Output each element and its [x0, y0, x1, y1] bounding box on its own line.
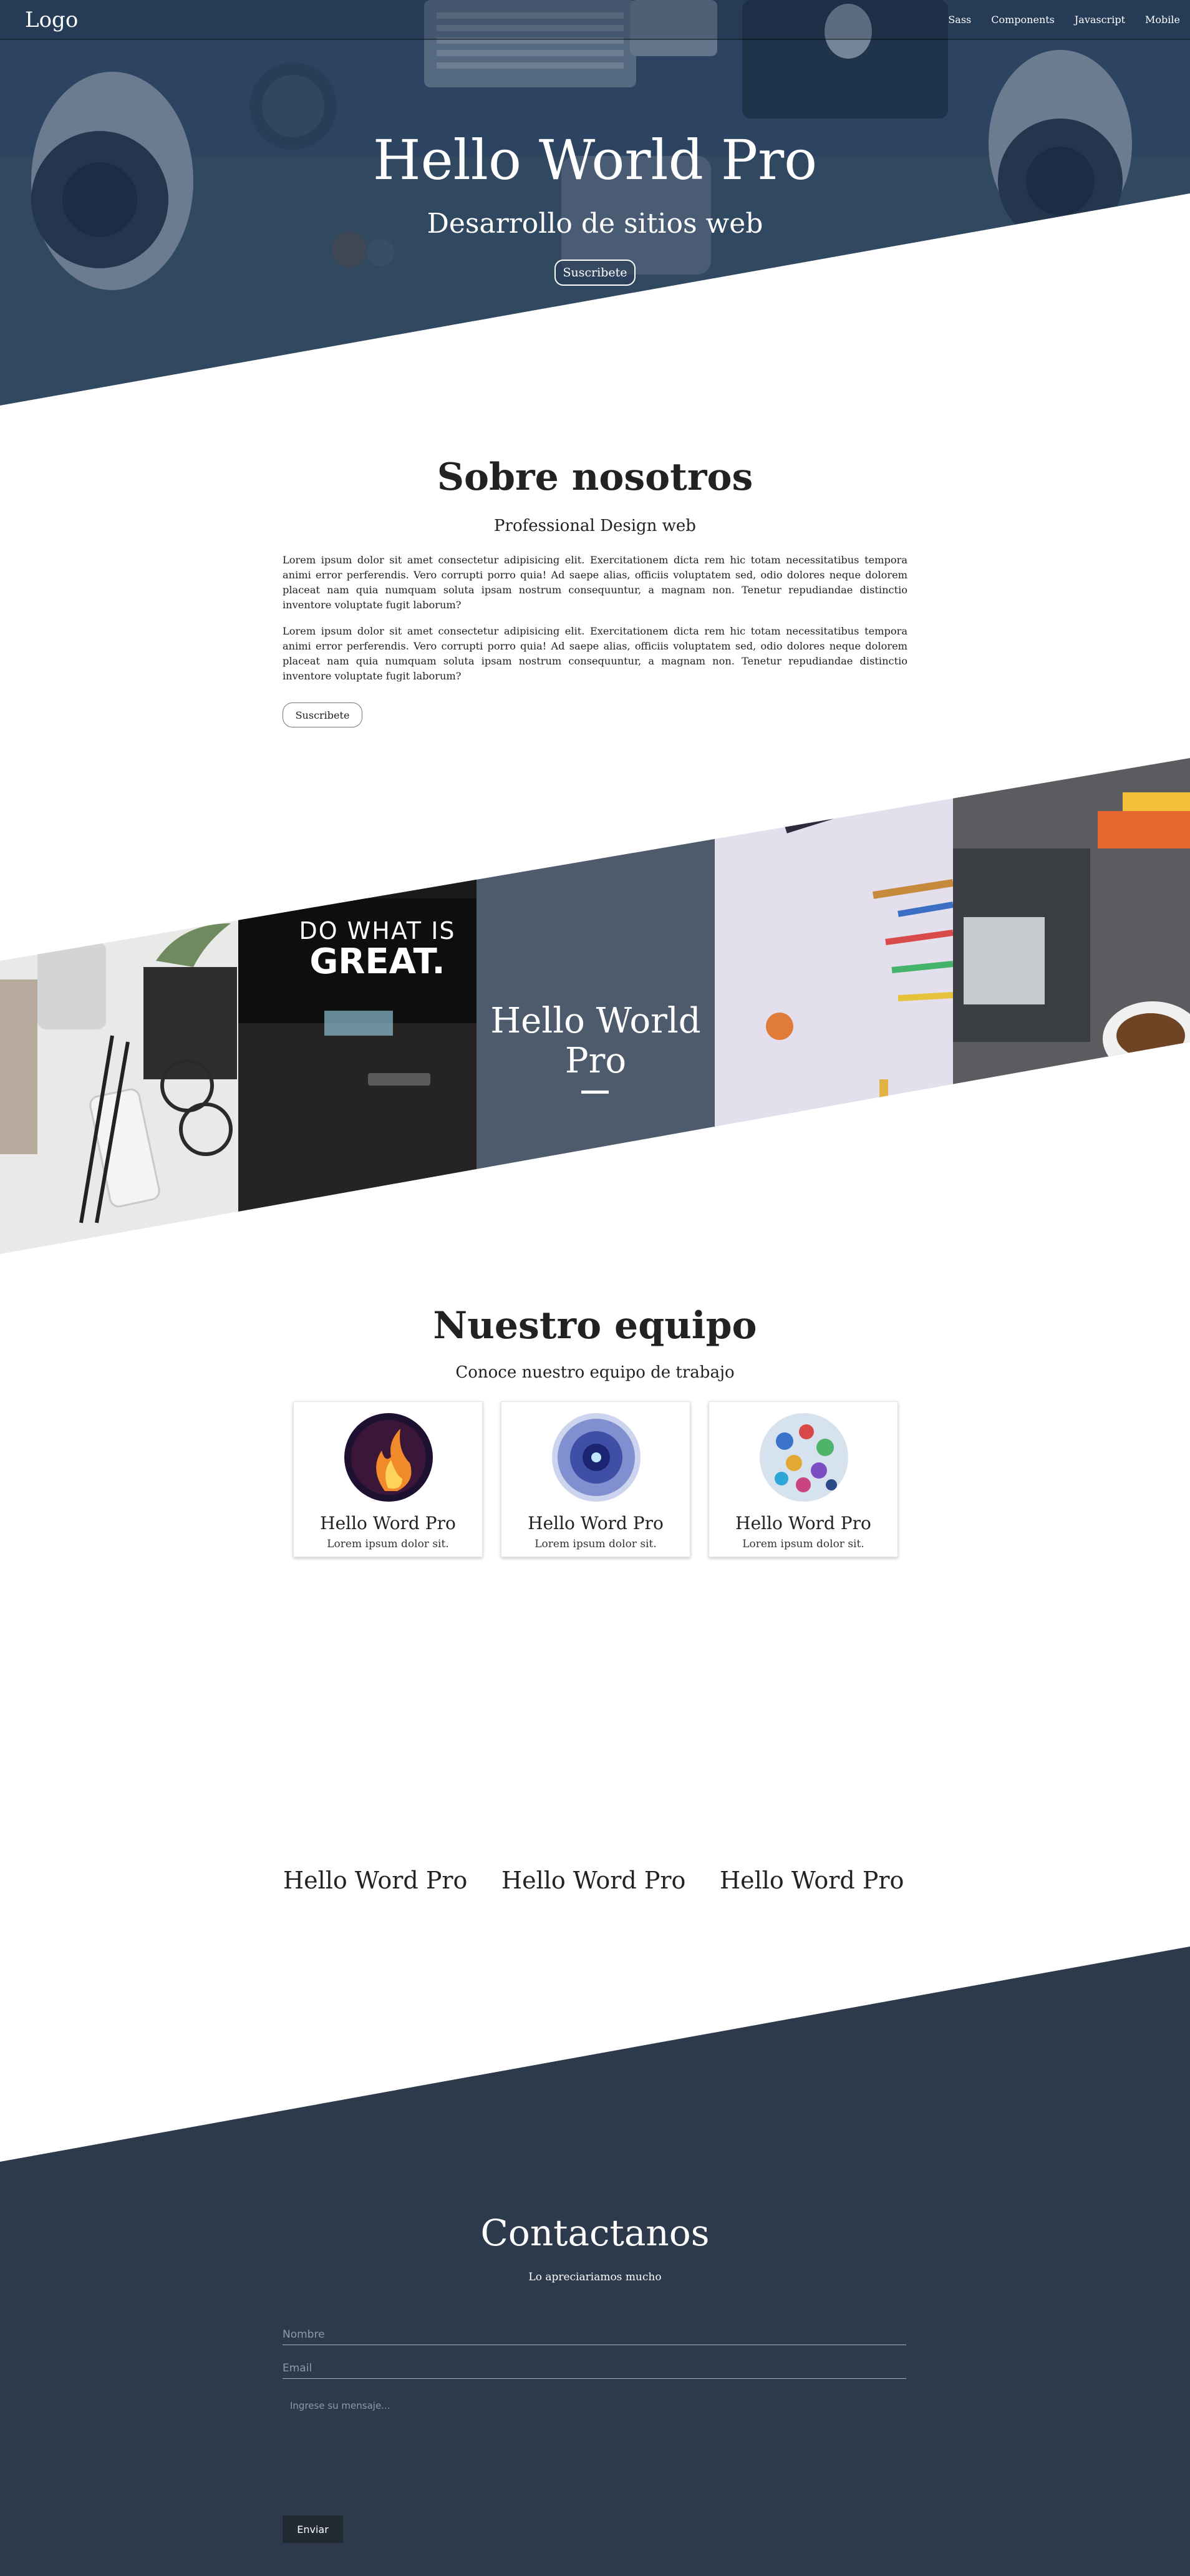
message-field[interactable]: [283, 2393, 906, 2486]
send-button[interactable]: Enviar: [283, 2515, 343, 2543]
team-title: Nuestro equipo: [433, 1304, 757, 1348]
about-subscribe-button[interactable]: Suscribete: [283, 702, 362, 727]
hero-subscribe-button[interactable]: Suscribete: [554, 260, 636, 286]
nav-link-sass[interactable]: Sass: [948, 14, 971, 26]
team-card-text: Lorem ipsum dolor sit.: [742, 1538, 864, 1550]
avatar-social-icons: [760, 1413, 848, 1502]
team-card-title: Hello Word Pro: [320, 1513, 456, 1533]
contact-subtitle: Lo apreciariamos mucho: [528, 2271, 662, 2283]
nav-link-mobile[interactable]: Mobile: [1145, 14, 1180, 26]
gallery-title-underline: [581, 1091, 609, 1094]
poster-line-2: GREAT.: [309, 941, 445, 982]
gallery-title: Hello World Pro: [490, 1001, 701, 1081]
gallery-section: DO WHAT IS GREAT. Hello World Pro: [0, 755, 1190, 1254]
team-card-title: Hello Word Pro: [528, 1513, 664, 1533]
about-title: Sobre nosotros: [437, 455, 753, 499]
hero-subtitle: Desarrollo de sitios web: [427, 208, 763, 240]
about-subtitle: Professional Design web: [494, 517, 696, 535]
gallery-image-poster: DO WHAT IS GREAT.: [238, 758, 476, 1254]
name-label: Hello Word Pro: [501, 1867, 686, 1894]
gallery-image-pencils: [715, 758, 954, 1254]
hero-section: Logo Sass Components Javascript Mobile H…: [0, 0, 1190, 406]
gallery-image-laptop: [953, 758, 1190, 1254]
nav-link-components[interactable]: Components: [991, 14, 1055, 26]
hero-title: Hello World Pro: [372, 128, 818, 192]
team-card-text: Lorem ipsum dolor sit.: [327, 1538, 449, 1550]
hero-diagonal-cut: [0, 193, 1190, 406]
about-paragraph: Lorem ipsum dolor sit amet consectetur a…: [283, 625, 907, 682]
contact-title: Contactanos: [480, 2212, 710, 2254]
team-subtitle: Conoce nuestro equipo de trabajo: [455, 1363, 735, 1382]
team-card[interactable]: Hello Word Pro Lorem ipsum dolor sit.: [293, 1401, 483, 1557]
name-field[interactable]: [283, 2328, 906, 2345]
name-label: Hello Word Pro: [720, 1867, 904, 1894]
nav-link-javascript[interactable]: Javascript: [1075, 14, 1125, 26]
team-card-text: Lorem ipsum dolor sit.: [535, 1538, 657, 1550]
about-paragraph: Lorem ipsum dolor sit amet consectetur a…: [283, 554, 907, 611]
name-label: Hello Word Pro: [283, 1867, 468, 1894]
avatar-fire: [344, 1413, 433, 1502]
email-field[interactable]: [283, 2362, 906, 2379]
team-card-title: Hello Word Pro: [735, 1513, 871, 1533]
logo[interactable]: Logo: [25, 7, 78, 32]
about-section: Sobre nosotros Professional Design web L…: [283, 455, 907, 727]
navbar: Logo Sass Components Javascript Mobile: [0, 0, 1190, 40]
poster-line-1: DO WHAT IS: [299, 917, 455, 945]
gallery-image-desk: [0, 758, 238, 1254]
team-card[interactable]: Hello Word Pro Lorem ipsum dolor sit.: [709, 1401, 898, 1557]
nav-menu: Sass Components Javascript Mobile: [948, 14, 1180, 26]
avatar-burst: [552, 1413, 641, 1502]
team-card[interactable]: Hello Word Pro Lorem ipsum dolor sit.: [501, 1401, 690, 1557]
